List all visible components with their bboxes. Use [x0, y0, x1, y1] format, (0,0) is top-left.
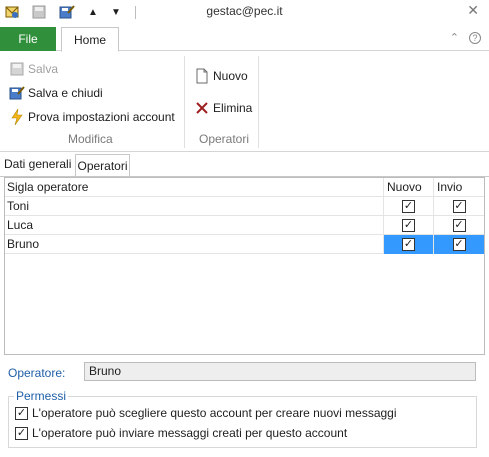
- table-row[interactable]: Toni ✓ ✓: [5, 197, 484, 216]
- salva-button[interactable]: Salva: [9, 61, 58, 77]
- modifica-group-label: Modifica: [68, 132, 113, 146]
- permission-row[interactable]: ✓ L'operatore può scegliere questo accoun…: [15, 406, 397, 420]
- tab-dati-generali[interactable]: Dati generali: [4, 157, 71, 171]
- operatori-group-label: Operatori: [199, 132, 250, 146]
- permission-checkbox[interactable]: ✓: [15, 426, 28, 440]
- permission-label: L'operatore può scegliere questo account…: [32, 406, 397, 420]
- save-icon: [9, 61, 25, 77]
- sigla-cell[interactable]: Luca: [7, 216, 383, 235]
- elimina-button[interactable]: Elimina: [194, 100, 252, 116]
- operatore-field[interactable]: Bruno: [84, 362, 476, 381]
- nuovo-checkbox[interactable]: ✓: [402, 200, 415, 213]
- invio-cell: ✓: [433, 216, 484, 235]
- nuovo-checkbox[interactable]: ✓: [402, 238, 415, 251]
- save-and-close-icon: [9, 85, 25, 101]
- grid-header: Sigla operatore Nuovo Invio: [5, 178, 484, 197]
- sigla-cell[interactable]: Bruno: [7, 235, 383, 254]
- nuovo-cell: ✓: [383, 197, 433, 216]
- tab-operatori[interactable]: Operatori: [75, 154, 130, 177]
- ribbon-group-separator: [184, 56, 185, 148]
- ribbon-controls: ⌃?: [440, 31, 481, 44]
- close-button[interactable]: ✕: [467, 2, 479, 19]
- operatore-label: Operatore:: [8, 366, 66, 380]
- sigla-cell[interactable]: Toni: [7, 197, 383, 216]
- window-title: gestac@pec.it: [206, 4, 283, 18]
- nuovo-button[interactable]: Nuovo: [194, 68, 248, 84]
- file-tab[interactable]: File: [0, 27, 56, 51]
- prova-impostazioni-label: Prova impostazioni account: [28, 110, 175, 124]
- help-icon[interactable]: ?: [469, 32, 481, 44]
- invio-cell: ✓: [433, 235, 484, 254]
- permessi-legend: Permessi: [14, 389, 69, 403]
- permission-checkbox[interactable]: ✓: [15, 406, 28, 420]
- nuovo-cell: ✓: [383, 216, 433, 235]
- permission-row[interactable]: ✓ L'operatore può inviare messaggi creati…: [15, 426, 347, 440]
- invio-cell: ✓: [433, 197, 484, 216]
- invio-checkbox[interactable]: ✓: [452, 219, 466, 232]
- operators-grid[interactable]: Sigla operatore Nuovo Invio Toni ✓ ✓ Luca ✓ ✓…: [4, 177, 485, 355]
- home-tab[interactable]: Home: [61, 27, 119, 52]
- lightning-icon: [9, 109, 25, 125]
- collapse-ribbon-icon[interactable]: ⌃: [450, 32, 459, 44]
- table-row[interactable]: Luca ✓ ✓: [5, 216, 484, 235]
- invio-checkbox[interactable]: ✓: [452, 238, 466, 251]
- salva-label: Salva: [28, 62, 59, 76]
- permission-label: L'operatore può inviare messaggi creati …: [32, 426, 348, 440]
- elimina-label: Elimina: [213, 101, 253, 115]
- column-header-nuovo[interactable]: Nuovo: [383, 178, 433, 197]
- invio-checkbox[interactable]: ✓: [452, 200, 466, 213]
- prova-impostazioni-button[interactable]: Prova impostazioni account: [9, 109, 175, 125]
- salva-e-chiudi-label: Salva e chiudi: [28, 86, 103, 100]
- table-row[interactable]: Bruno ✓ ✓: [5, 235, 484, 254]
- delete-icon: [194, 100, 210, 116]
- salva-e-chiudi-button[interactable]: Salva e chiudi: [9, 85, 103, 101]
- nuovo-checkbox[interactable]: ✓: [402, 219, 415, 232]
- nuovo-label: Nuovo: [213, 69, 248, 83]
- column-header-invio[interactable]: Invio: [433, 178, 484, 197]
- nuovo-cell: ✓: [383, 235, 433, 254]
- permessi-groupbox: [8, 396, 477, 448]
- column-header-sigla[interactable]: Sigla operatore: [7, 178, 383, 197]
- new-document-icon: [194, 68, 210, 84]
- ribbon-group-separator: [258, 56, 259, 148]
